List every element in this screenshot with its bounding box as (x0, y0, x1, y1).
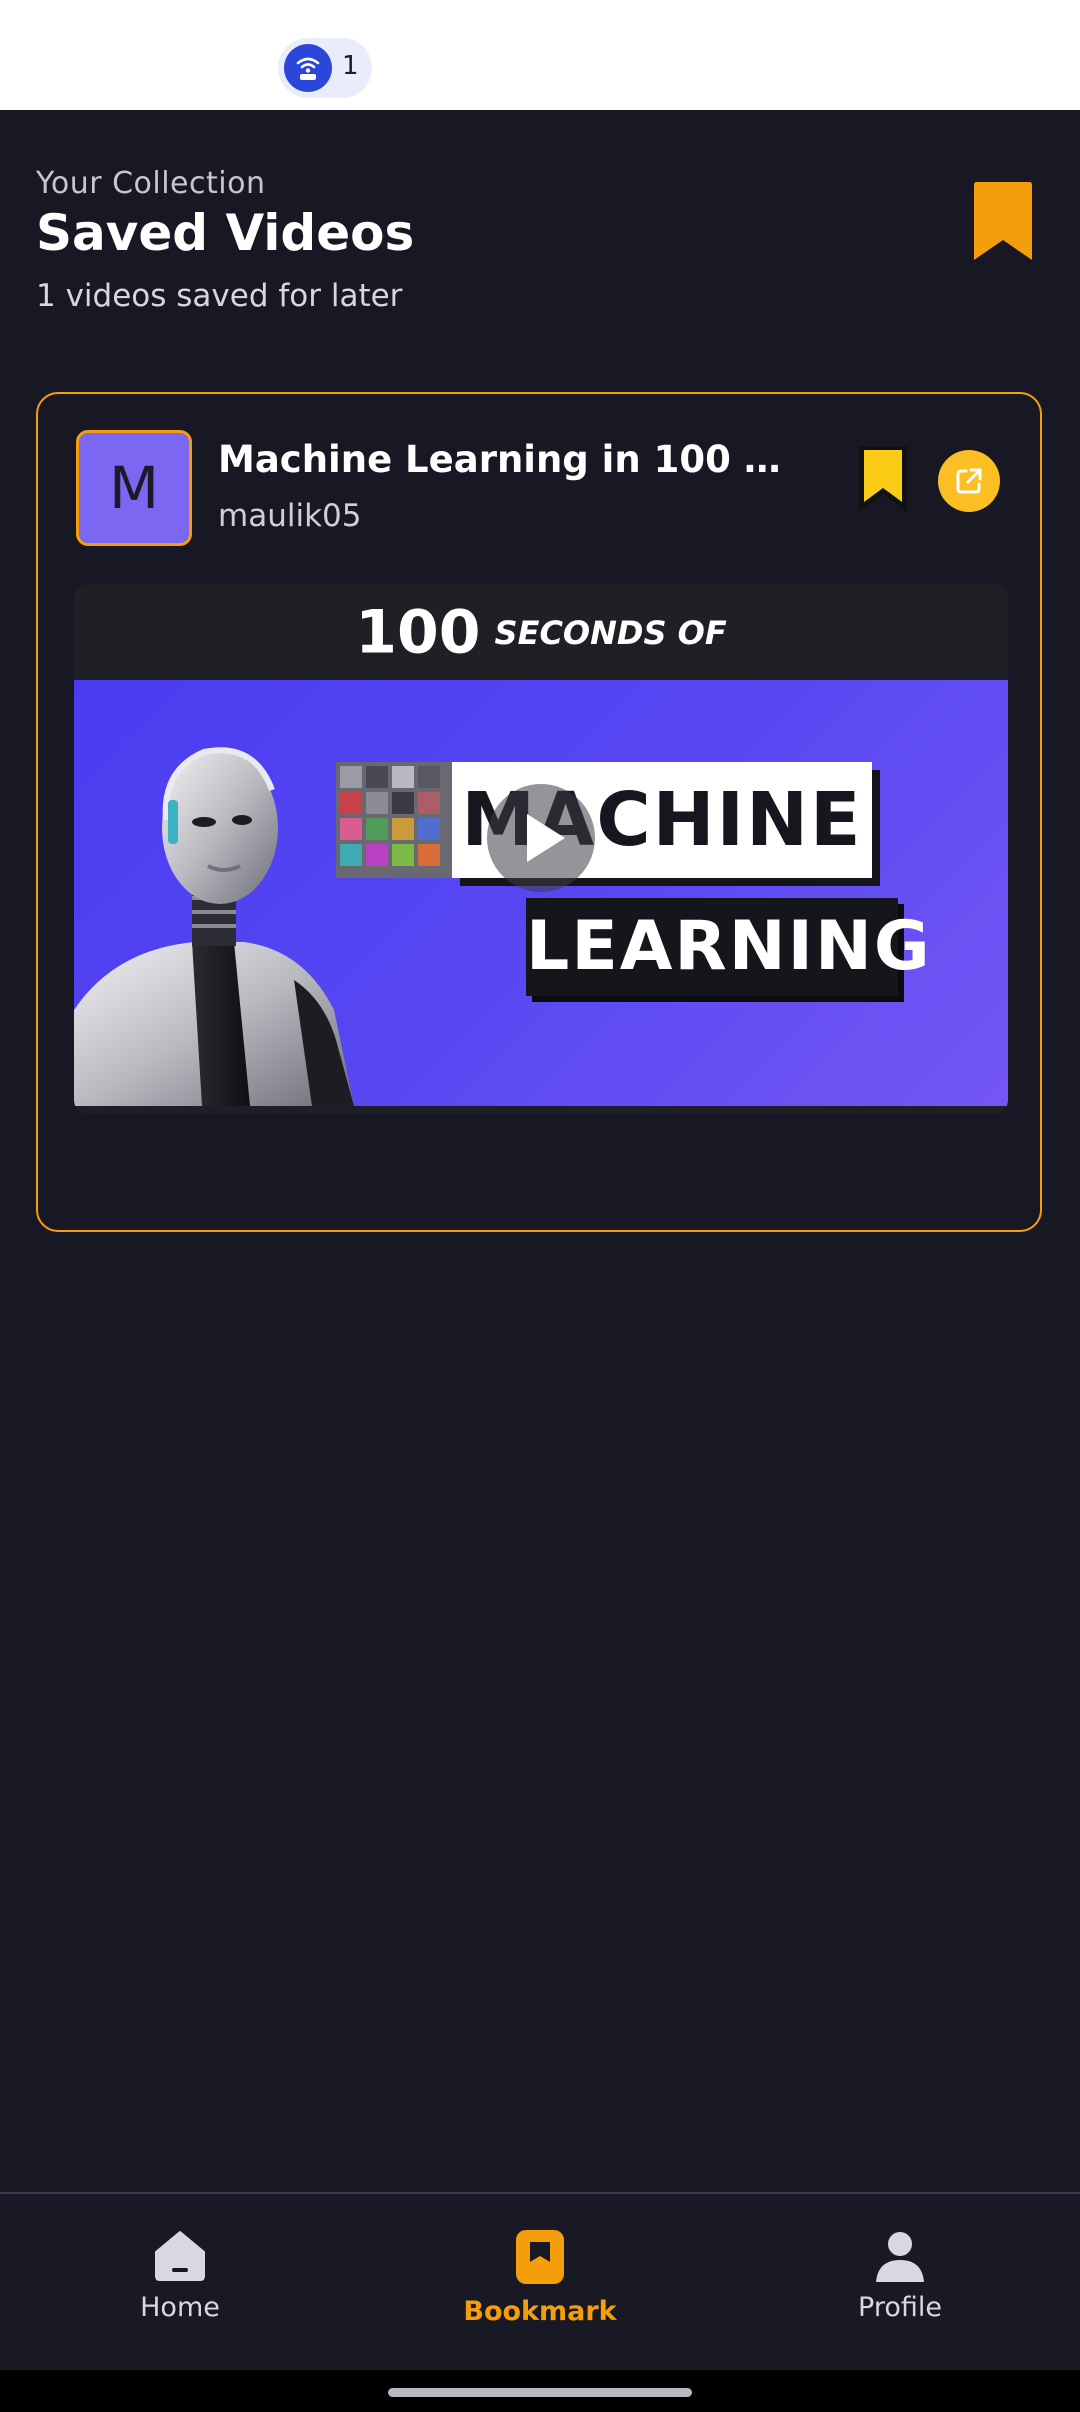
nav-label-home: Home (140, 2292, 220, 2323)
bookmark-icon (972, 180, 1034, 262)
thumbnail-artwork: MACHINE LEARNING (74, 680, 1008, 1106)
robot-illustration (74, 747, 452, 1106)
page-title: Saved Videos (36, 204, 415, 262)
video-title[interactable]: Machine Learning in 100 seco... (218, 438, 788, 481)
hotspot-indicator: 1 (278, 38, 372, 98)
status-bar: 1 (0, 0, 1080, 110)
bookmark-filled-icon (859, 446, 907, 512)
hotspot-icon (284, 44, 332, 92)
thumbnail-caption: SECONDS OF (494, 613, 727, 652)
thumbnail-word-learning: LEARNING (526, 898, 930, 996)
home-gesture-bar[interactable] (388, 2388, 692, 2397)
bookmark-icon (516, 2230, 564, 2284)
nav-item-bookmark[interactable]: Bookmark (430, 2228, 650, 2348)
external-link-icon (956, 468, 982, 494)
collection-eyebrow: Your Collection (36, 166, 266, 201)
hotspot-count: 1 (342, 51, 359, 81)
gesture-area (0, 2370, 1080, 2412)
channel-avatar: M (76, 430, 192, 546)
nav-item-profile[interactable]: Profile (790, 2228, 1010, 2348)
remove-bookmark-button[interactable] (856, 444, 910, 514)
open-external-button[interactable] (938, 450, 1000, 512)
saved-video-card[interactable]: M Machine Learning in 100 seco... maulik… (36, 392, 1042, 1232)
video-thumbnail[interactable]: 100 SECONDS OF MACHINE LEARNING (74, 584, 1008, 1114)
nav-item-home[interactable]: Home (70, 2228, 290, 2348)
nav-label-profile: Profile (858, 2292, 942, 2323)
saved-count-subtitle: 1 videos saved for later (36, 278, 403, 314)
home-icon (155, 2231, 205, 2281)
nav-label-bookmark: Bookmark (463, 2296, 617, 2327)
thumbnail-header: 100 SECONDS OF (74, 584, 1008, 680)
bottom-navigation: Home Bookmark Profile (0, 2192, 1080, 2370)
thumbnail-number: 100 (355, 597, 481, 668)
play-button[interactable] (487, 784, 595, 892)
play-icon (527, 814, 565, 862)
profile-icon (876, 2232, 924, 2282)
channel-name: maulik05 (218, 498, 362, 534)
